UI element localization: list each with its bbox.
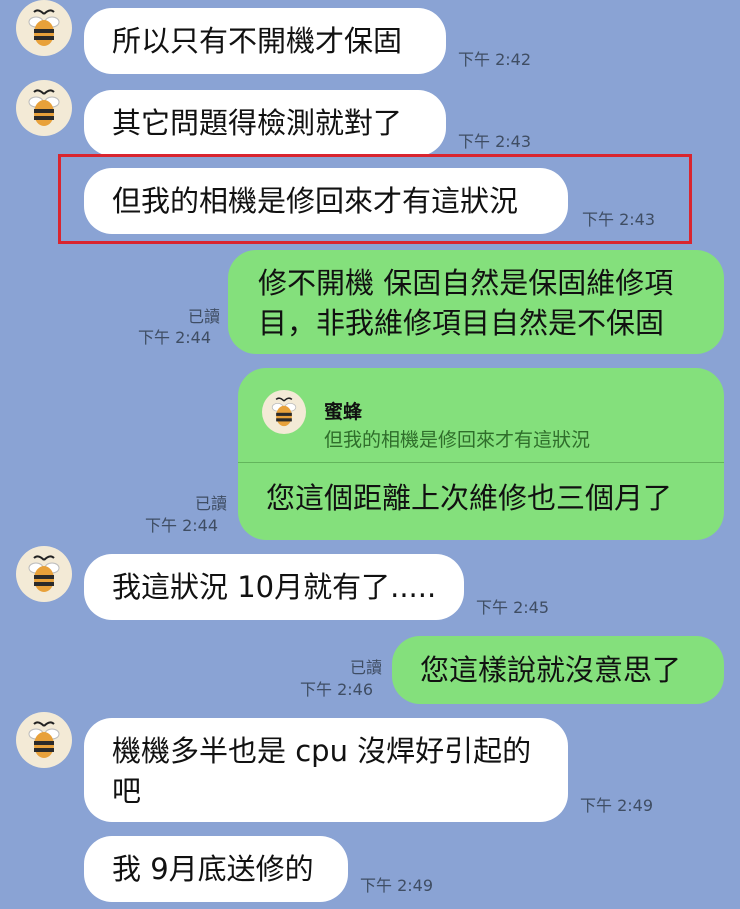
contact-avatar[interactable]: [16, 80, 72, 136]
message-text: 但我的相機是修回來才有這狀況: [112, 184, 519, 218]
message-text: 您這樣說就沒意思了: [420, 653, 682, 687]
message-text-line: 吧: [112, 774, 142, 808]
quoted-message-text: 但我的相機是修回來才有這狀況: [324, 429, 591, 451]
bee-icon: [28, 9, 60, 46]
message-text: 我這狀況 10月就有了.....: [112, 570, 437, 604]
bee-icon: [28, 721, 60, 758]
bee-icon: [28, 555, 60, 592]
message-time: 下午 2:44: [138, 328, 212, 347]
message-time: 下午 2:43: [458, 132, 532, 151]
message-time: 下午 2:49: [580, 796, 654, 815]
message-bubble[interactable]: 修不開機 保固自然是保固維修項 目，非我維修項目自然是不保固: [228, 250, 724, 354]
message-bubble[interactable]: 您這樣說就沒意思了: [392, 636, 724, 704]
message-text: 其它問題得檢測就對了: [112, 106, 403, 140]
message-text-line: 機機多半也是 cpu 沒焊好引起的: [112, 734, 532, 768]
message-time: 下午 2:45: [476, 598, 550, 617]
message-text-line: 修不開機 保固自然是保固維修項: [258, 266, 674, 300]
read-receipt: 已讀: [349, 658, 382, 677]
message-time: 下午 2:43: [582, 210, 656, 229]
message-time: 下午 2:44: [145, 516, 219, 535]
message-text: 您這個距離上次維修也三個月了: [266, 481, 673, 515]
message-text-line: 目，非我維修項目自然是不保固: [258, 306, 665, 340]
message-text: 我 9月底送修的: [112, 852, 314, 886]
bee-icon: [28, 89, 60, 126]
message-bubble[interactable]: 所以只有不開機才保固: [84, 8, 446, 74]
reply-message-bubble[interactable]: 蜜蜂 但我的相機是修回來才有這狀況 您這個距離上次維修也三個月了: [238, 368, 724, 540]
message-time: 下午 2:42: [458, 50, 532, 69]
message-bubble[interactable]: 我這狀況 10月就有了.....: [84, 554, 464, 620]
quote-divider: [238, 462, 724, 463]
message-bubble[interactable]: 機機多半也是 cpu 沒焊好引起的 吧: [84, 718, 568, 822]
bee-icon: [271, 397, 297, 427]
message-time: 下午 2:49: [360, 876, 434, 895]
message-text: 所以只有不開機才保固: [112, 24, 403, 58]
message-time: 下午 2:46: [300, 680, 374, 699]
contact-avatar[interactable]: [16, 0, 72, 56]
read-receipt: 已讀: [194, 494, 227, 513]
quoted-sender-avatar: [262, 390, 306, 434]
message-bubble[interactable]: 其它問題得檢測就對了: [84, 90, 446, 156]
contact-avatar[interactable]: [16, 546, 72, 602]
message-bubble[interactable]: 但我的相機是修回來才有這狀況: [84, 168, 568, 234]
message-bubble[interactable]: 我 9月底送修的: [84, 836, 348, 902]
contact-avatar[interactable]: [16, 712, 72, 768]
